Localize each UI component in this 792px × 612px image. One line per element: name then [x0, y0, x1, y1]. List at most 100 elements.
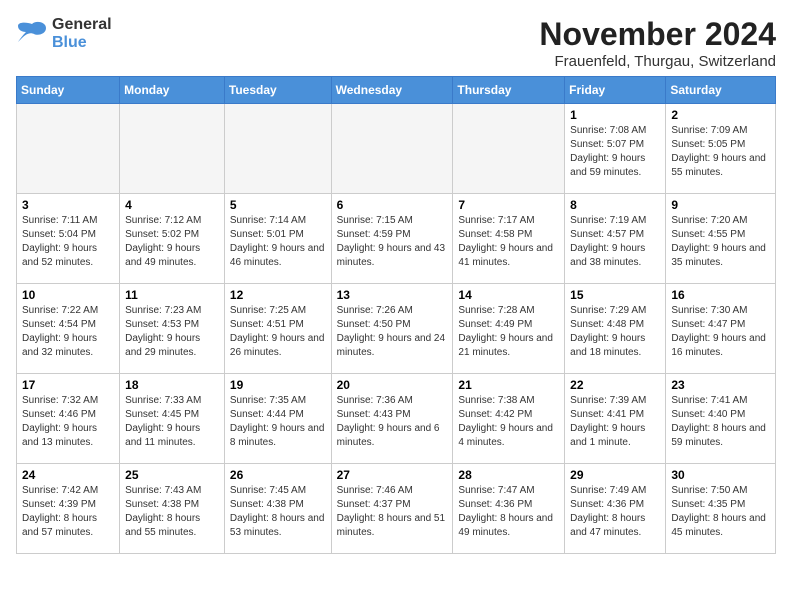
calendar-cell: 30 Sunrise: 7:50 AM Sunset: 4:35 PM Dayli… — [666, 464, 776, 554]
calendar-cell: 26 Sunrise: 7:45 AM Sunset: 4:38 PM Dayli… — [224, 464, 331, 554]
weekday-header-saturday: Saturday — [666, 77, 776, 104]
day-info: Sunrise: 7:23 AM Sunset: 4:53 PM Dayligh… — [125, 304, 219, 360]
weekday-header-thursday: Thursday — [453, 77, 565, 104]
calendar-cell: 11 Sunrise: 7:23 AM Sunset: 4:53 PM Dayli… — [120, 284, 225, 374]
day-number: 24 — [22, 468, 114, 482]
day-info: Sunrise: 7:25 AM Sunset: 4:51 PM Dayligh… — [230, 304, 326, 360]
day-info: Sunrise: 7:39 AM Sunset: 4:41 PM Dayligh… — [570, 394, 660, 450]
weekday-header-row: SundayMondayTuesdayWednesdayThursdayFrid… — [17, 77, 776, 104]
day-info: Sunrise: 7:15 AM Sunset: 4:59 PM Dayligh… — [337, 214, 448, 270]
day-info: Sunrise: 7:33 AM Sunset: 4:45 PM Dayligh… — [125, 394, 219, 450]
calendar-cell: 12 Sunrise: 7:25 AM Sunset: 4:51 PM Dayli… — [224, 284, 331, 374]
calendar-cell: 22 Sunrise: 7:39 AM Sunset: 4:41 PM Dayli… — [565, 374, 666, 464]
day-number: 26 — [230, 468, 326, 482]
day-number: 12 — [230, 288, 326, 302]
calendar-week-row-5: 24Sunrise: 7:42 AM Sunset: 4:39 PM Dayli… — [17, 464, 776, 554]
day-number: 18 — [125, 378, 219, 392]
calendar-cell: 25Sunrise: 7:43 AM Sunset: 4:38 PM Dayli… — [120, 464, 225, 554]
day-info: Sunrise: 7:11 AM Sunset: 5:04 PM Dayligh… — [22, 214, 114, 270]
day-number: 9 — [671, 198, 770, 212]
calendar-cell: 16Sunrise: 7:30 AM Sunset: 4:47 PM Dayli… — [666, 284, 776, 374]
calendar-cell: 13 Sunrise: 7:26 AM Sunset: 4:50 PM Dayli… — [331, 284, 453, 374]
day-info: Sunrise: 7:28 AM Sunset: 4:49 PM Dayligh… — [458, 304, 559, 360]
calendar-cell: 5 Sunrise: 7:14 AM Sunset: 5:01 PM Daylig… — [224, 194, 331, 284]
calendar-cell: 2 Sunrise: 7:09 AM Sunset: 5:05 PM Daylig… — [666, 104, 776, 194]
calendar-cell: 24Sunrise: 7:42 AM Sunset: 4:39 PM Dayli… — [17, 464, 120, 554]
day-number: 2 — [671, 108, 770, 122]
calendar-cell: 8Sunrise: 7:19 AM Sunset: 4:57 PM Daylig… — [565, 194, 666, 284]
calendar-week-row-2: 3 Sunrise: 7:11 AM Sunset: 5:04 PM Daylig… — [17, 194, 776, 284]
calendar-cell: 23Sunrise: 7:41 AM Sunset: 4:40 PM Dayli… — [666, 374, 776, 464]
day-number: 29 — [570, 468, 660, 482]
calendar-subtitle: Frauenfeld, Thurgau, Switzerland — [539, 53, 776, 70]
calendar-cell: 17Sunrise: 7:32 AM Sunset: 4:46 PM Dayli… — [17, 374, 120, 464]
logo-bird-icon — [16, 20, 48, 48]
calendar-table: SundayMondayTuesdayWednesdayThursdayFrid… — [16, 76, 776, 554]
day-info: Sunrise: 7:26 AM Sunset: 4:50 PM Dayligh… — [337, 304, 448, 360]
day-info: Sunrise: 7:22 AM Sunset: 4:54 PM Dayligh… — [22, 304, 114, 360]
day-info: Sunrise: 7:43 AM Sunset: 4:38 PM Dayligh… — [125, 484, 219, 540]
calendar-cell: 15 Sunrise: 7:29 AM Sunset: 4:48 PM Dayli… — [565, 284, 666, 374]
day-number: 14 — [458, 288, 559, 302]
calendar-cell: 27Sunrise: 7:46 AM Sunset: 4:37 PM Dayli… — [331, 464, 453, 554]
calendar-cell — [120, 104, 225, 194]
day-info: Sunrise: 7:47 AM Sunset: 4:36 PM Dayligh… — [458, 484, 559, 540]
day-number: 10 — [22, 288, 114, 302]
calendar-cell: 19 Sunrise: 7:35 AM Sunset: 4:44 PM Dayli… — [224, 374, 331, 464]
day-info: Sunrise: 7:38 AM Sunset: 4:42 PM Dayligh… — [458, 394, 559, 450]
weekday-header-monday: Monday — [120, 77, 225, 104]
calendar-cell: 1 Sunrise: 7:08 AM Sunset: 5:07 PM Daylig… — [565, 104, 666, 194]
day-info: Sunrise: 7:29 AM Sunset: 4:48 PM Dayligh… — [570, 304, 660, 360]
day-info: Sunrise: 7:12 AM Sunset: 5:02 PM Dayligh… — [125, 214, 219, 270]
calendar-title-block: November 2024 Frauenfeld, Thurgau, Switz… — [539, 16, 776, 70]
calendar-cell: 20Sunrise: 7:36 AM Sunset: 4:43 PM Dayli… — [331, 374, 453, 464]
calendar-cell: 21 Sunrise: 7:38 AM Sunset: 4:42 PM Dayli… — [453, 374, 565, 464]
calendar-cell: 28 Sunrise: 7:47 AM Sunset: 4:36 PM Dayli… — [453, 464, 565, 554]
day-number: 19 — [230, 378, 326, 392]
day-number: 30 — [671, 468, 770, 482]
day-number: 22 — [570, 378, 660, 392]
calendar-cell: 6 Sunrise: 7:15 AM Sunset: 4:59 PM Daylig… — [331, 194, 453, 284]
calendar-cell — [331, 104, 453, 194]
day-info: Sunrise: 7:49 AM Sunset: 4:36 PM Dayligh… — [570, 484, 660, 540]
calendar-week-row-3: 10 Sunrise: 7:22 AM Sunset: 4:54 PM Dayli… — [17, 284, 776, 374]
day-number: 15 — [570, 288, 660, 302]
calendar-week-row-1: 1 Sunrise: 7:08 AM Sunset: 5:07 PM Daylig… — [17, 104, 776, 194]
day-number: 1 — [570, 108, 660, 122]
calendar-cell: 4Sunrise: 7:12 AM Sunset: 5:02 PM Daylig… — [120, 194, 225, 284]
calendar-cell — [224, 104, 331, 194]
calendar-cell: 7 Sunrise: 7:17 AM Sunset: 4:58 PM Daylig… — [453, 194, 565, 284]
day-info: Sunrise: 7:36 AM Sunset: 4:43 PM Dayligh… — [337, 394, 448, 450]
day-info: Sunrise: 7:09 AM Sunset: 5:05 PM Dayligh… — [671, 124, 770, 180]
weekday-header-tuesday: Tuesday — [224, 77, 331, 104]
day-info: Sunrise: 7:14 AM Sunset: 5:01 PM Dayligh… — [230, 214, 326, 270]
day-number: 13 — [337, 288, 448, 302]
day-number: 5 — [230, 198, 326, 212]
day-info: Sunrise: 7:41 AM Sunset: 4:40 PM Dayligh… — [671, 394, 770, 450]
day-number: 17 — [22, 378, 114, 392]
calendar-cell: 18 Sunrise: 7:33 AM Sunset: 4:45 PM Dayli… — [120, 374, 225, 464]
weekday-header-wednesday: Wednesday — [331, 77, 453, 104]
logo-general: General — [52, 16, 112, 33]
day-info: Sunrise: 7:50 AM Sunset: 4:35 PM Dayligh… — [671, 484, 770, 540]
weekday-header-sunday: Sunday — [17, 77, 120, 104]
day-number: 6 — [337, 198, 448, 212]
day-number: 21 — [458, 378, 559, 392]
day-info: Sunrise: 7:45 AM Sunset: 4:38 PM Dayligh… — [230, 484, 326, 540]
day-number: 16 — [671, 288, 770, 302]
calendar-cell — [453, 104, 565, 194]
day-info: Sunrise: 7:17 AM Sunset: 4:58 PM Dayligh… — [458, 214, 559, 270]
logo: General Blue — [16, 16, 112, 51]
day-number: 3 — [22, 198, 114, 212]
day-info: Sunrise: 7:46 AM Sunset: 4:37 PM Dayligh… — [337, 484, 448, 540]
day-number: 11 — [125, 288, 219, 302]
calendar-cell: 3 Sunrise: 7:11 AM Sunset: 5:04 PM Daylig… — [17, 194, 120, 284]
calendar-week-row-4: 17Sunrise: 7:32 AM Sunset: 4:46 PM Dayli… — [17, 374, 776, 464]
logo-blue: Blue — [52, 34, 112, 52]
day-info: Sunrise: 7:35 AM Sunset: 4:44 PM Dayligh… — [230, 394, 326, 450]
day-number: 7 — [458, 198, 559, 212]
day-number: 28 — [458, 468, 559, 482]
day-info: Sunrise: 7:19 AM Sunset: 4:57 PM Dayligh… — [570, 214, 660, 270]
day-info: Sunrise: 7:20 AM Sunset: 4:55 PM Dayligh… — [671, 214, 770, 270]
day-info: Sunrise: 7:08 AM Sunset: 5:07 PM Dayligh… — [570, 124, 660, 180]
